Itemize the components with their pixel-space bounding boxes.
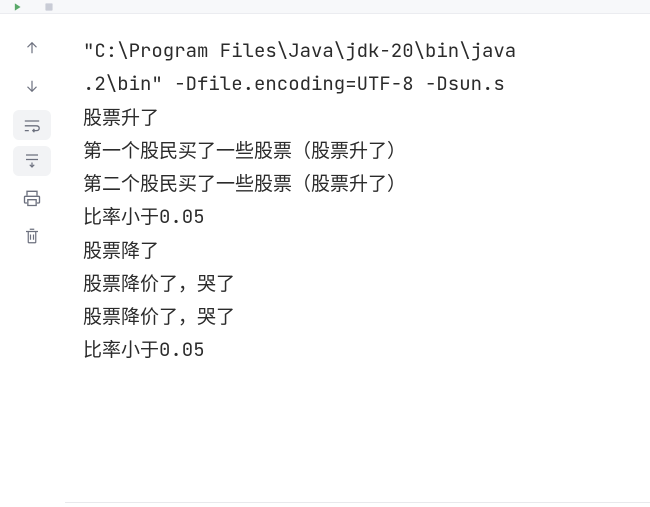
print-button[interactable] [14, 182, 50, 214]
top-toolbar [0, 0, 650, 14]
output-line: 股票降价了，哭了 [83, 267, 650, 300]
bottom-separator [65, 502, 650, 503]
main-area: "C:\Program Files\Java\jdk-20\bin\java .… [0, 14, 650, 507]
command-line-2: .2\bin" -Dfile.encoding=UTF-8 -Dsun.s [83, 67, 650, 100]
output-line: 股票降了 [83, 234, 650, 267]
scroll-to-end-button[interactable] [13, 146, 51, 176]
output-line: 第二个股民买了一些股票（股票升了） [83, 167, 650, 200]
rerun-icon[interactable] [6, 1, 28, 13]
output-line: 比率小于0.05 [83, 333, 650, 366]
clear-button[interactable] [14, 220, 50, 252]
output-line: 第一个股民买了一些股票（股票升了） [83, 134, 650, 167]
output-line: 股票降价了，哭了 [83, 300, 650, 333]
console-gutter [0, 14, 65, 507]
scroll-down-button[interactable] [14, 70, 50, 102]
console-output[interactable]: "C:\Program Files\Java\jdk-20\bin\java .… [65, 14, 650, 507]
stop-icon[interactable] [38, 1, 60, 13]
command-line-1: "C:\Program Files\Java\jdk-20\bin\java [83, 34, 650, 67]
output-line: 比率小于0.05 [83, 200, 650, 233]
soft-wrap-button[interactable] [13, 110, 51, 140]
scroll-up-button[interactable] [14, 32, 50, 64]
output-line: 股票升了 [83, 101, 650, 134]
